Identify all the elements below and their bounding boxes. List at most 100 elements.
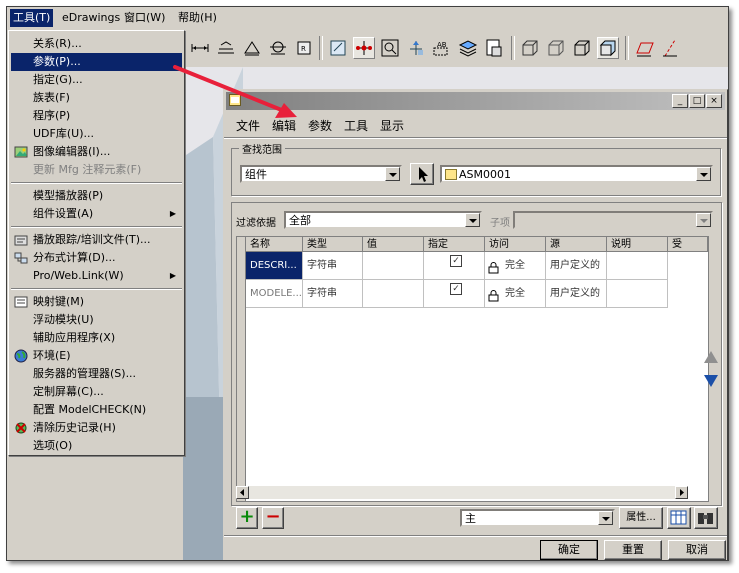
menu-item-floating-modules[interactable]: 浮动模块(U) — [11, 311, 182, 329]
datum-plane-display-icon[interactable] — [633, 37, 655, 59]
table-columns-button[interactable] — [667, 507, 691, 529]
chevron-down-icon[interactable] — [385, 167, 400, 181]
menu-item-clear-history[interactable]: 清除历史记录(H) — [11, 419, 182, 437]
designate-checkbox[interactable]: ✓ — [450, 255, 462, 267]
menu-item-model-player[interactable]: 模型播放器(P) — [11, 187, 182, 205]
menu-item-image-editor[interactable]: 图像编辑器(I)... — [11, 143, 182, 161]
cell-value[interactable] — [363, 252, 424, 280]
cell-description[interactable] — [607, 252, 668, 280]
triangle-icon[interactable] — [241, 37, 263, 59]
cell-name[interactable]: DESCRI... — [246, 252, 303, 280]
cell-access[interactable]: 完全 — [485, 280, 546, 308]
table-horizontal-scrollbar[interactable] — [236, 486, 688, 499]
minimize-button[interactable]: _ — [672, 94, 688, 108]
shading-icon[interactable] — [597, 37, 619, 59]
properties-button[interactable]: 属性... — [619, 507, 663, 529]
cell-designate[interactable]: ✓ — [424, 252, 485, 280]
menu-item-distributed-compute[interactable]: 分布式计算(D)... — [11, 249, 182, 267]
menu-tools[interactable]: 工具(T) — [10, 9, 54, 27]
select-object-button[interactable] — [410, 163, 434, 185]
dialog-menu-tools[interactable]: 工具 — [344, 117, 368, 134]
remove-parameter-button[interactable]: − — [262, 507, 284, 529]
datum-plane-icon[interactable] — [215, 37, 237, 59]
chevron-down-icon[interactable] — [598, 511, 613, 525]
close-button[interactable]: × — [706, 94, 722, 108]
menu-item-customize-screen[interactable]: 定制屏幕(C)... — [11, 383, 182, 401]
cell-name[interactable]: MODELE... — [246, 280, 303, 308]
cell-type[interactable]: 字符串 — [303, 280, 363, 308]
scroll-right-icon[interactable] — [675, 486, 688, 499]
col-header-value[interactable]: 值 — [363, 237, 424, 252]
add-parameter-button[interactable]: + — [236, 507, 258, 529]
cancel-button[interactable]: 取消 — [668, 540, 726, 560]
reset-button[interactable]: 重置 — [604, 540, 662, 560]
zoom-window-icon[interactable] — [379, 37, 401, 59]
menu-item-parameters[interactable]: 参数(P)... — [11, 53, 182, 71]
wireframe-icon[interactable] — [519, 37, 541, 59]
cylinder-icon[interactable]: R — [293, 37, 315, 59]
menu-help[interactable]: 帮助(H) — [175, 10, 220, 26]
coordinate-icon[interactable] — [405, 37, 427, 59]
menu-item-play-trail[interactable]: 播放跟踪/培训文件(T)... — [11, 231, 182, 249]
dimension-icon[interactable] — [189, 37, 211, 59]
cell-source[interactable]: 用户定义的 — [546, 280, 607, 308]
node-axis-icon[interactable] — [353, 37, 375, 59]
menu-item-assign[interactable]: 指定(G)... — [11, 71, 182, 89]
menu-item-server-manager[interactable]: 服务器的管理器(S)... — [11, 365, 182, 383]
hidden-line-icon[interactable] — [545, 37, 567, 59]
layers-icon[interactable] — [457, 37, 479, 59]
menu-item-options[interactable]: 选项(O) — [11, 437, 182, 455]
cell-designate[interactable]: ✓ — [424, 280, 485, 308]
no-hidden-icon[interactable] — [571, 37, 593, 59]
circle-line-icon[interactable] — [267, 37, 289, 59]
scope-object-select[interactable]: ASM0001 — [440, 165, 713, 183]
menu-separator — [11, 182, 182, 184]
menu-item-environment[interactable]: 环境(E) — [11, 347, 182, 365]
cell-value[interactable] — [363, 280, 424, 308]
dialog-menu-edit[interactable]: 编辑 — [272, 117, 296, 134]
col-header-access[interactable]: 访问 — [485, 237, 546, 252]
col-header-source[interactable]: 源 — [546, 237, 607, 252]
col-header-designate[interactable]: 指定 — [424, 237, 485, 252]
menu-item-mapkeys[interactable]: 映射键(M) — [11, 293, 182, 311]
move-down-icon[interactable] — [703, 374, 719, 388]
designate-checkbox[interactable]: ✓ — [450, 283, 462, 295]
menu-item-component-setup[interactable]: 组件设置(A) ▶ — [11, 205, 182, 223]
filter-select[interactable]: 全部 — [284, 211, 482, 229]
ab-text-icon[interactable]: AB — [431, 37, 453, 59]
annotation-icon[interactable] — [327, 37, 349, 59]
cell-description[interactable] — [607, 280, 668, 308]
view-manager-icon[interactable] — [483, 37, 505, 59]
menu-item-modelcheck[interactable]: 配置 ModelCHECK(N) — [11, 401, 182, 419]
columns-icon — [670, 510, 687, 525]
menu-edrawings[interactable]: eDrawings — [59, 10, 123, 26]
scope-type-select[interactable]: 组件 — [240, 165, 402, 183]
maximize-button[interactable]: □ — [689, 94, 705, 108]
chevron-down-icon[interactable] — [465, 213, 480, 227]
chevron-down-icon[interactable] — [696, 167, 711, 181]
menu-item-udf-library[interactable]: UDF库(U)... — [11, 125, 182, 143]
dialog-title-bar[interactable]: _ □ × — [226, 92, 725, 110]
scroll-left-icon[interactable] — [236, 486, 249, 499]
col-header-description[interactable]: 说明 — [607, 237, 668, 252]
menu-item-auxiliary-apps[interactable]: 辅助应用程序(X) — [11, 329, 182, 347]
cell-type[interactable]: 字符串 — [303, 252, 363, 280]
main-select[interactable]: 主 — [460, 509, 615, 527]
col-header-name[interactable]: 名称 — [246, 237, 303, 252]
col-header-restricted[interactable]: 受 — [668, 237, 708, 252]
menu-item-program[interactable]: 程序(P) — [11, 107, 182, 125]
cell-source[interactable]: 用户定义的 — [546, 252, 607, 280]
dialog-menu-parameters[interactable]: 参数 — [308, 117, 332, 134]
cell-access[interactable]: 完全 — [485, 252, 546, 280]
menu-item-proweblink[interactable]: Pro/Web.Link(W) ▶ — [11, 267, 182, 285]
menu-window[interactable]: 窗口(W) — [121, 10, 168, 26]
find-button[interactable] — [694, 507, 718, 529]
menu-item-relations[interactable]: 关系(R)... — [11, 35, 182, 53]
menu-item-family-table[interactable]: 族表(F) — [11, 89, 182, 107]
dialog-menu-file[interactable]: 文件 — [236, 117, 260, 134]
move-up-icon[interactable] — [703, 350, 719, 364]
col-header-type[interactable]: 类型 — [303, 237, 363, 252]
ok-button[interactable]: 确定 — [540, 540, 598, 560]
dialog-menu-display[interactable]: 显示 — [380, 117, 404, 134]
datum-axis-display-icon[interactable] — [659, 37, 681, 59]
